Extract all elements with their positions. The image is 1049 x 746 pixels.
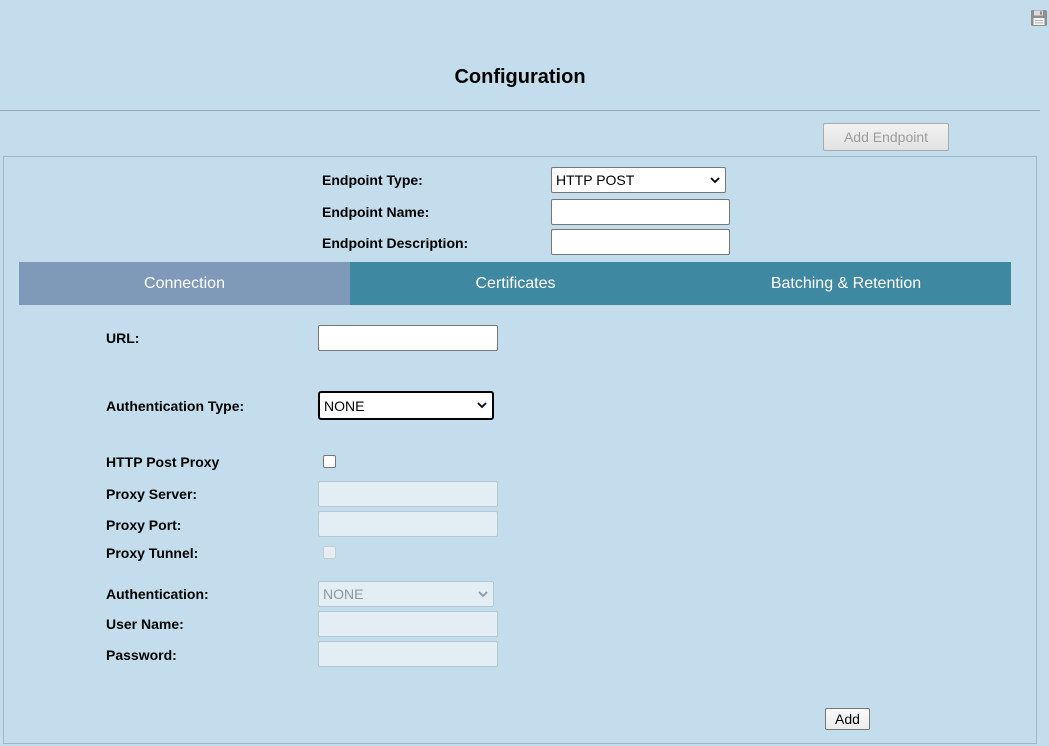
authentication-label: Authentication:	[106, 586, 209, 602]
proxy-tunnel-label: Proxy Tunnel:	[106, 545, 199, 561]
title-divider	[0, 110, 1040, 111]
proxy-server-input[interactable]	[318, 481, 498, 507]
authentication-type-value: NONE	[324, 397, 365, 414]
authentication-value: NONE	[323, 586, 364, 602]
page-title: Configuration	[454, 66, 586, 88]
endpoint-name-input[interactable]	[551, 199, 730, 225]
password-label: Password:	[106, 647, 177, 663]
tab-certificates[interactable]: Certificates	[350, 262, 681, 305]
proxy-port-label: Proxy Port:	[106, 517, 182, 533]
tab-batching-retention[interactable]: Batching & Retention	[681, 262, 1011, 305]
authentication-type-select[interactable]: NONE	[318, 391, 494, 420]
user-name-label: User Name:	[106, 616, 184, 632]
proxy-port-input[interactable]	[318, 511, 498, 537]
chevron-down-icon	[473, 582, 493, 606]
add-endpoint-button[interactable]: Add Endpoint	[823, 123, 949, 151]
floppy-disk-icon[interactable]	[1030, 9, 1048, 27]
endpoint-description-label: Endpoint Description:	[322, 235, 469, 251]
url-label: URL:	[106, 330, 140, 346]
user-name-input[interactable]	[318, 611, 498, 637]
endpoint-type-label: Endpoint Type:	[322, 172, 423, 188]
tab-bar: Connection Certificates Batching & Reten…	[19, 262, 1011, 305]
http-post-proxy-checkbox[interactable]	[323, 455, 336, 468]
http-post-proxy-label: HTTP Post Proxy	[106, 454, 220, 470]
password-input[interactable]	[318, 641, 498, 667]
add-button[interactable]: Add	[825, 708, 870, 730]
endpoint-type-value: HTTP POST	[556, 172, 635, 188]
authentication-type-label: Authentication Type:	[106, 398, 245, 414]
proxy-server-label: Proxy Server:	[106, 486, 198, 502]
proxy-tunnel-checkbox[interactable]	[323, 546, 336, 559]
url-input[interactable]	[318, 325, 498, 351]
endpoint-description-input[interactable]	[551, 229, 730, 255]
endpoint-type-select[interactable]: HTTP POST	[551, 167, 726, 193]
authentication-select[interactable]: NONE	[318, 581, 494, 607]
chevron-down-icon	[705, 168, 725, 192]
chevron-down-icon	[472, 393, 492, 418]
endpoint-name-label: Endpoint Name:	[322, 204, 430, 220]
tab-connection[interactable]: Connection	[19, 262, 350, 305]
